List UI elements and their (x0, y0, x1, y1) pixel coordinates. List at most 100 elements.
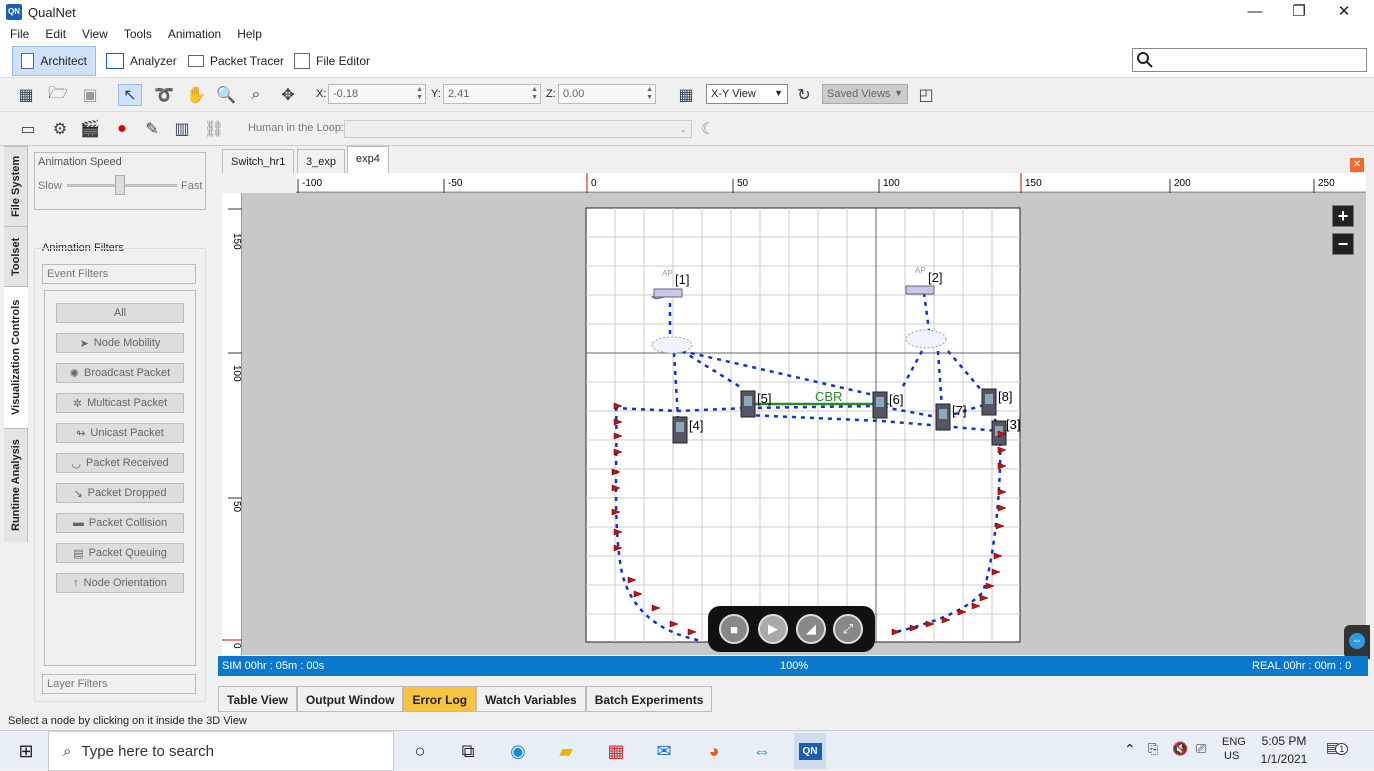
step-button[interactable]: ◢ (796, 614, 826, 644)
filter-packet-received-button[interactable]: ◡ Packet Received (56, 453, 184, 473)
filter-node-orientation-button[interactable]: ↑ Node Orientation (56, 573, 184, 593)
filter-broadcast-button[interactable]: ✺ Broadcast Packet (56, 363, 184, 383)
tab-switch-hr1[interactable]: Switch_hr1 (222, 149, 295, 173)
windows-start-button[interactable]: ⊞ (10, 737, 42, 765)
tab-watch-variables[interactable]: Watch Variables (476, 686, 586, 712)
save-view-button[interactable]: ◰ (914, 84, 938, 106)
open-button[interactable]: 🗁 (46, 84, 70, 106)
link-button[interactable]: ⛓ (202, 118, 226, 140)
tab-batch-experiments[interactable]: Batch Experiments (585, 686, 713, 712)
notification-count: 1 (1335, 743, 1349, 755)
menu-view[interactable]: View (66, 24, 108, 44)
save-button[interactable]: ▣ (78, 84, 102, 106)
speed-slider-thumb[interactable] (114, 175, 125, 195)
minimize-button[interactable]: — (1232, 0, 1278, 24)
filter-multicast-button[interactable]: ✲ Multicast Packet (56, 393, 184, 413)
scenario-canvas-svg[interactable]: CBR AP [1] AP [2] [4] [5] [6] [7] [8] [3… (242, 193, 1366, 655)
tab-output-window[interactable]: Output Window (296, 686, 404, 712)
new-scenario-button[interactable]: ▦ (14, 84, 38, 106)
zoom-tool-button[interactable]: 🔍 (214, 84, 238, 106)
settings-button[interactable]: ⚙ (48, 118, 72, 140)
store-button[interactable]: ▦ (600, 737, 632, 765)
filter-all-button[interactable]: All (56, 303, 184, 323)
subnet-cloud-icon[interactable] (651, 336, 693, 354)
hitl-command-input[interactable]: ⌄ (344, 120, 692, 138)
show-hidden-icons-button[interactable]: ⌃ (1124, 741, 1136, 758)
stats-button[interactable]: ▥ (170, 118, 194, 140)
y-coordinate-field[interactable]: 2.41 ▲ ▼ (443, 84, 541, 104)
filter-node-mobility-button[interactable]: ➤ Node Mobility (56, 333, 184, 353)
remote-control-handle[interactable]: ⇔ (1344, 625, 1370, 659)
run-settings-button[interactable]: ▭ (16, 118, 40, 140)
rotate-tool-button[interactable]: ✥ (276, 84, 300, 106)
tab-visualization-controls[interactable]: Visualization Controls (4, 286, 28, 428)
zoom-out-button[interactable]: − (1332, 233, 1354, 255)
task-view-button[interactable]: ⧉ (452, 737, 484, 765)
lasso-tool-button[interactable]: ➰ (152, 84, 176, 106)
file-editor-mode-button[interactable]: File Editor (286, 46, 378, 76)
filter-unicast-button[interactable]: ↬ Unicast Packet (56, 423, 184, 443)
scenario-canvas[interactable]: CBR AP [1] AP [2] [4] [5] [6] [7] [8] [3… (242, 193, 1366, 655)
visualization-controls-panel: Animation Speed Slow Fast Animation Filt… (28, 146, 218, 706)
fullscreen-button[interactable]: ⤢ (833, 614, 863, 644)
close-button[interactable]: ✕ (1321, 0, 1367, 24)
notifications-button[interactable]: ▤1 (1326, 739, 1349, 756)
file-explorer-button[interactable]: ▰ (550, 737, 582, 765)
tab-error-log[interactable]: Error Log (403, 686, 477, 712)
menu-file[interactable]: File (0, 24, 29, 44)
restore-button[interactable]: ❐ (1276, 0, 1322, 24)
menu-edit[interactable]: Edit (29, 24, 66, 44)
select-tool-button[interactable]: ↖ (118, 84, 142, 106)
language-switch-icon[interactable]: ⎚ (1196, 741, 1206, 757)
search-input[interactable] (1132, 48, 1367, 72)
language-indicator[interactable]: ENG US (1222, 736, 1246, 762)
teamviewer-taskbar-button[interactable]: ⇔ (746, 737, 778, 765)
filter-packet-dropped-button[interactable]: ↘ Packet Dropped (56, 483, 184, 503)
architect-mode-button[interactable]: Architect (12, 46, 96, 76)
pan-tool-button[interactable]: ✋ (184, 84, 208, 106)
event-filters-list: All ➤ Node Mobility ✺ Broadcast Packet ✲ Mu… (44, 290, 196, 666)
packet-tracer-mode-button[interactable]: Packet Tracer (180, 46, 292, 76)
tab-exp4[interactable]: exp4 (347, 146, 389, 173)
record-button[interactable]: ● (110, 118, 134, 140)
network-icon[interactable]: ⎘ (1148, 741, 1158, 757)
clapper-button[interactable]: 🎬 (78, 118, 102, 140)
clock-date: 1/1/2021 (1260, 752, 1308, 766)
cortana-button[interactable]: ○ (404, 737, 436, 765)
annotate-button[interactable]: ✎ (140, 118, 164, 140)
filter-packet-collision-button[interactable]: ▬ Packet Collision (56, 513, 184, 533)
close-panel-icon[interactable]: ✕ (1350, 158, 1364, 172)
x-coordinate-field[interactable]: -0.18 ▲ ▼ (328, 84, 426, 104)
subnet-cloud-icon[interactable] (905, 329, 947, 349)
event-filters-header[interactable]: Event Filters (42, 264, 196, 284)
terrain-area (585, 207, 1021, 643)
mail-button[interactable]: ✉ (648, 737, 680, 765)
tab-3-exp[interactable]: 3_exp (297, 149, 345, 173)
tab-toolset[interactable]: Toolset (4, 226, 28, 286)
filter-packet-queuing-button[interactable]: ▤ Packet Queuing (56, 543, 184, 563)
layer-filters-header[interactable]: Layer Filters (42, 674, 196, 694)
firefox-button[interactable]: ◕ (698, 737, 730, 765)
grid-settings-button[interactable]: ▦ (674, 84, 698, 106)
menu-tools[interactable]: Tools (108, 24, 152, 44)
clock[interactable]: 5:05 PM 1/1/2021 (1260, 734, 1308, 766)
zoom-in-button[interactable]: + (1332, 205, 1354, 227)
tab-runtime-analysis[interactable]: Runtime Analysis (4, 428, 28, 542)
menu-animation[interactable]: Animation (152, 24, 221, 44)
volume-muted-icon[interactable]: 🔇 (1172, 741, 1188, 757)
saved-views-select[interactable]: Saved Views ▼ (822, 84, 908, 104)
qualnet-taskbar-button[interactable]: QN (794, 733, 826, 769)
menu-help[interactable]: Help (221, 24, 262, 44)
tab-file-system[interactable]: File System (4, 146, 28, 226)
edge-button[interactable]: ◉ (502, 737, 534, 765)
play-button[interactable]: ▶ (758, 614, 788, 644)
view-mode-select[interactable]: X-Y View ▼ (706, 84, 788, 104)
tab-table-view[interactable]: Table View (218, 686, 297, 712)
reset-view-button[interactable]: ↻ (792, 84, 816, 106)
taskbar-search-box[interactable]: ⌕ Type here to search (48, 731, 394, 771)
zoom-fit-button[interactable]: ⌕ (244, 84, 268, 106)
z-coordinate-field[interactable]: 0.00 ▲ ▼ (558, 84, 656, 104)
analyzer-mode-button[interactable]: Analyzer (98, 46, 185, 76)
stop-button[interactable]: ■ (719, 614, 749, 644)
hitl-execute-button[interactable]: ☾ (696, 118, 720, 140)
